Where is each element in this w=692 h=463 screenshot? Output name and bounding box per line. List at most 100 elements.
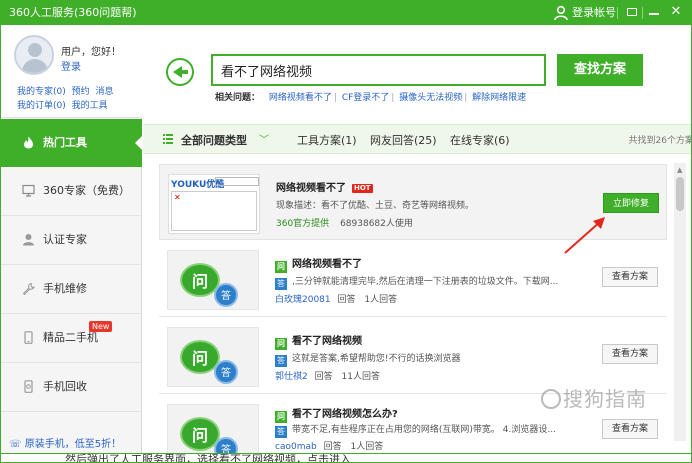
greeting-text: 用户，您好！	[61, 47, 121, 58]
sidebar-item-label: 手机回收	[43, 380, 87, 393]
sidebar-item-phone-recycle[interactable]: 手机回收	[1, 363, 142, 411]
app-window: 360人工服务(360问题帮) 登录帐号 ✕ 用户，您好！ 登录 我的专家(0)…	[0, 0, 692, 463]
list-icon	[163, 134, 173, 144]
bottom-caption: 然后弹出了人工服务界面，选择看不了网络视频，点击进入	[1, 453, 691, 463]
result-title-text: 网络视频看不了	[292, 259, 362, 270]
watermark-logo-icon	[541, 389, 561, 409]
sidebar-item-certified-expert[interactable]: 认证专家	[1, 216, 142, 264]
scroll-up-icon[interactable]: ▲	[677, 166, 682, 174]
result-title[interactable]: 问网络视频看不了	[275, 255, 362, 273]
sidebar-item-360-expert[interactable]: 360专家（免费）	[1, 167, 142, 215]
message-icon[interactable]	[627, 8, 637, 16]
sidebar-item-label: 精品二手机	[43, 331, 98, 344]
answer-text: ,三分钟就能清理完毕,然后在清理一下注册表的垃圾文件。下载网...	[292, 277, 559, 287]
watermark-text: 搜狗指南	[563, 387, 647, 411]
author-link[interactable]: 白玫瑰20081	[275, 295, 331, 305]
minimize-icon[interactable]	[649, 13, 659, 15]
sidebar-item-used-phones[interactable]: 精品二手机 New	[1, 314, 142, 362]
result-title[interactable]: 问看不了网络视频怎么办?	[275, 405, 398, 423]
appointment-link[interactable]: 预约	[72, 87, 90, 97]
qa-thumbnail: 问 答	[167, 327, 259, 387]
answer-label: 回答	[314, 372, 333, 382]
sidebar: 用户，您好！ 登录 我的专家(0) 预约 消息 我的订单(0) 我的工具 热门工…	[1, 25, 143, 462]
my-orders-link[interactable]: 我的订单(0)	[17, 101, 66, 111]
window-title: 360人工服务(360问题帮)	[9, 6, 137, 19]
back-button[interactable]	[166, 58, 194, 86]
source-label: 360官方提供	[276, 219, 330, 229]
thumb-searchbox	[215, 177, 259, 186]
chevron-down-icon[interactable]: ﹀	[259, 131, 269, 146]
title-divider	[642, 7, 643, 19]
tab-user-answers[interactable]: 网友回答(25)	[370, 132, 437, 148]
related-label: 相关问题：	[215, 93, 261, 103]
my-tools-link[interactable]: 我的工具	[72, 101, 108, 111]
recycle-phone-icon	[24, 380, 33, 393]
login-account-link[interactable]: 登录帐号	[572, 6, 616, 20]
new-badge: New	[89, 321, 113, 332]
tab-online-experts[interactable]: 在线专家(6)	[450, 132, 510, 148]
profile-links-row1: 我的专家(0) 预约 消息	[17, 84, 117, 97]
view-solution-button[interactable]: 查看方案	[602, 267, 658, 287]
find-solution-button[interactable]: 查找方案	[557, 54, 643, 86]
promo-link[interactable]: ☏ 原装手机，低至5折！	[9, 435, 121, 450]
answer-icon: 答	[275, 426, 287, 438]
related-link[interactable]: 解除网络限速	[472, 93, 526, 103]
caption-text: 然后弹出了人工服务界面，选择看不了网络视频，点击进入	[65, 453, 351, 463]
answer-label: 回答	[323, 442, 342, 452]
person-icon	[23, 234, 34, 246]
result-title[interactable]: 网络视频看不了 HOT	[276, 179, 373, 194]
profile-links-row2: 我的订单(0) 我的工具	[17, 98, 111, 111]
watermark: 搜狗指南	[541, 383, 647, 412]
sidebar-item-hot-tools[interactable]: 热门工具	[1, 119, 143, 167]
view-solution-button[interactable]: 查看方案	[602, 344, 658, 364]
close-icon[interactable]: ✕	[669, 5, 683, 19]
author-link[interactable]: 郭仕祺2	[275, 372, 308, 382]
result-title-text: 网络视频看不了	[276, 183, 346, 194]
title-divider	[617, 7, 618, 19]
wrench-icon	[22, 282, 35, 295]
related-link[interactable]: CF登录不了	[342, 93, 389, 103]
fix-now-button[interactable]: 立即修复	[603, 193, 659, 213]
author-link[interactable]: cao0mab	[275, 442, 317, 452]
annotation-arrow-icon	[564, 217, 605, 254]
my-experts-link[interactable]: 我的专家(0)	[17, 87, 66, 97]
answer-bubble-icon: 答	[214, 360, 238, 384]
qa-thumbnail: 问 答	[167, 250, 259, 310]
result-title-text: 看不了网络视频怎么办?	[292, 409, 398, 420]
tab-tool-solutions[interactable]: 工具方案(1)	[297, 132, 357, 148]
answer-text: 这就是答案,希望帮助您!不行的话换浏览器	[292, 354, 461, 364]
question-icon: 问	[275, 261, 287, 273]
result-title-text: 看不了网络视频	[292, 336, 362, 347]
all-types-dropdown[interactable]: 全部问题类型	[181, 132, 247, 148]
phone-promo-icon: ☏	[9, 439, 22, 450]
related-link[interactable]: 摄像头无法视频	[399, 93, 462, 103]
result-meta: 白玫瑰20081 回答 1人回答	[275, 292, 397, 305]
answer-count: 1人回答	[350, 442, 384, 452]
monitor-icon	[22, 184, 35, 197]
sidebar-item-label: 认证专家	[43, 233, 87, 246]
thumb-player: ✕	[171, 191, 257, 231]
sidebar-item-label: 360专家（免费）	[43, 184, 130, 197]
related-link[interactable]: 网络视频看不了	[269, 93, 332, 103]
scrollbar-thumb[interactable]	[676, 177, 684, 211]
avatar[interactable]	[14, 35, 54, 75]
view-solution-button[interactable]: 查看方案	[602, 419, 658, 439]
sidebar-item-phone-repair[interactable]: 手机维修	[1, 265, 142, 313]
profile-panel: 用户，您好！ 登录 我的专家(0) 预约 消息 我的订单(0) 我的工具	[1, 25, 142, 118]
broken-video-icon: ✕	[174, 193, 181, 202]
answer-label: 回答	[337, 295, 356, 305]
answer-bubble-icon: 答	[214, 283, 238, 307]
messages-link[interactable]: 消息	[96, 87, 114, 97]
result-title[interactable]: 问看不了网络视频	[275, 332, 362, 350]
phone-icon	[24, 331, 33, 344]
login-link[interactable]: 登录	[61, 58, 81, 73]
usage-count: 68938682人使用	[340, 219, 413, 229]
scrollbar[interactable]: ▲	[674, 163, 686, 441]
promo-text: 原装手机，低至5折！	[24, 439, 122, 450]
search-input[interactable]	[211, 54, 546, 86]
answer-count: 1人回答	[364, 295, 398, 305]
hot-badge: HOT	[352, 184, 373, 193]
answer-icon: 答	[275, 278, 287, 290]
filter-bar: 全部问题类型 ﹀ 工具方案(1) 网友回答(25) 在线专家(6) 共找到26个…	[143, 124, 691, 154]
user-icon[interactable]	[553, 5, 569, 21]
